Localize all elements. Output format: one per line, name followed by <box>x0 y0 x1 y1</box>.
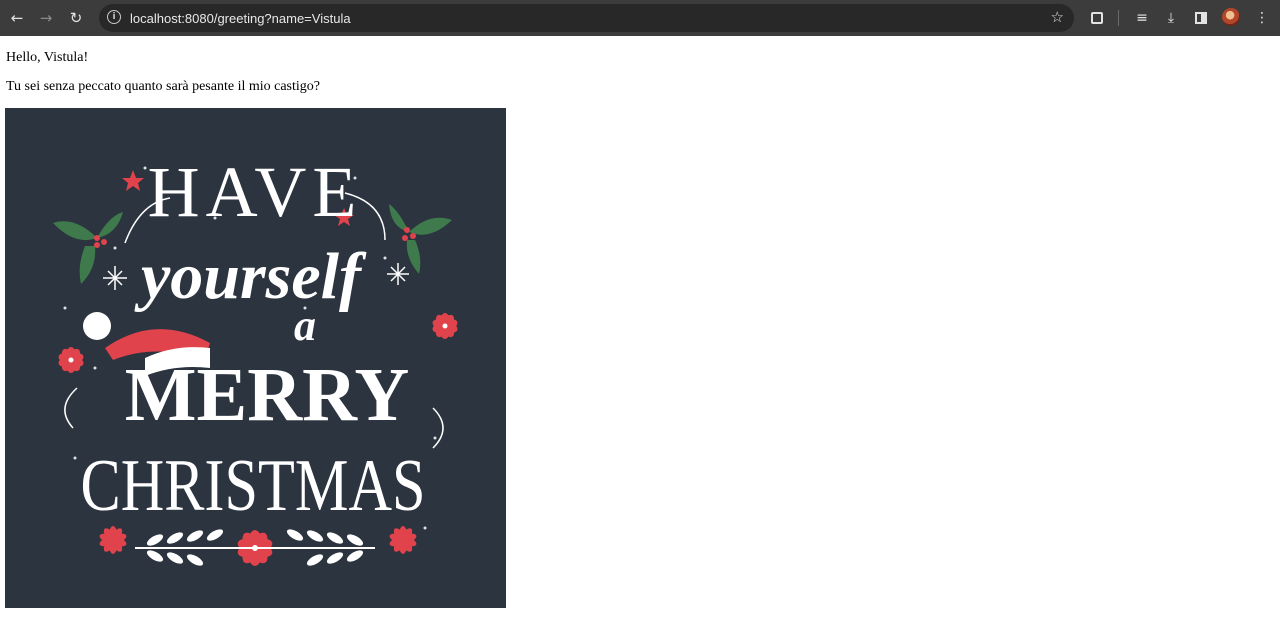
holly-left <box>53 212 123 284</box>
christmas-card-art: HAVE yourself a MERRY CHRISTMAS <box>53 152 458 566</box>
greeting-text: Hello, Vistula! <box>6 50 89 65</box>
media-icon[interactable]: ≡ <box>1130 6 1154 30</box>
line-merry: MERRY <box>125 353 409 437</box>
forward-icon[interactable]: → <box>34 6 58 30</box>
line-yourself: yourself <box>134 240 367 313</box>
toolbar-divider <box>1118 10 1119 26</box>
line-have: HAVE <box>148 152 363 232</box>
address-bar[interactable]: i localhost:8080/greeting?name=Vistula ☆ <box>99 4 1074 32</box>
quote-text: Tu sei senza peccato quanto sarà pesante… <box>6 79 320 94</box>
site-info-icon[interactable]: i <box>107 10 121 24</box>
side-panel-icon[interactable] <box>1189 6 1213 30</box>
download-icon[interactable]: ⤓ <box>1159 6 1183 30</box>
url-text[interactable]: localhost:8080/greeting?name=Vistula <box>130 11 351 26</box>
menu-icon[interactable]: ⋮ <box>1250 6 1274 30</box>
extensions-icon[interactable] <box>1085 6 1109 30</box>
star-icon[interactable]: ☆ <box>1051 8 1064 26</box>
back-icon[interactable]: ← <box>5 6 29 30</box>
avatar[interactable] <box>1222 8 1240 26</box>
line-a: a <box>294 301 316 350</box>
browser-toolbar: ← → ↻ i localhost:8080/greeting?name=Vis… <box>0 0 1280 36</box>
christmas-card-image: HAVE yourself a MERRY CHRISTMAS <box>5 108 506 608</box>
line-christmas: CHRISTMAS <box>81 445 426 527</box>
reload-icon[interactable]: ↻ <box>64 6 88 30</box>
